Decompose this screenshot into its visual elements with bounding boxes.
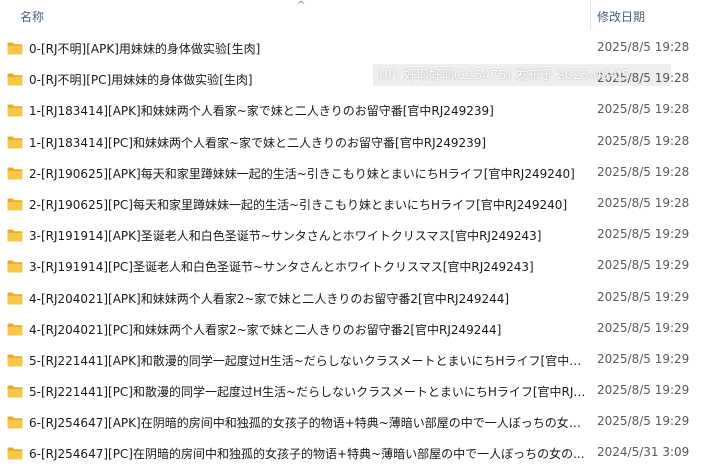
file-name: 1-[RJ183414][PC]和妹妹两个人看家~家で妹と二人きりのお留守番[官… [29, 135, 487, 150]
sort-ascending-icon: ^ [297, 0, 306, 11]
modified-date: 2025/8/5 19:29 [597, 320, 690, 335]
list-item[interactable]: 5-[RJ221441][PC]和散漫的同学一起度过H生活~だらしないクラスメー… [0, 375, 710, 406]
modified-date: 2025/8/5 19:29 [597, 227, 690, 242]
folder-icon [7, 71, 23, 86]
folder-icon [7, 227, 23, 242]
modified-date: 2024/5/31 3:09 [597, 445, 690, 460]
file-name: 5-[RJ221441][APK]和散漫的同学一起度过H生活~だらしないクラスメ… [29, 353, 586, 368]
file-name: 5-[RJ221441][PC]和散漫的同学一起度过H生活~だらしないクラスメー… [29, 385, 586, 400]
folder-icon [7, 321, 23, 336]
list-item[interactable]: 0-[RJ不明][APK]用妹妹的身体做实验[生肉] 2025/8/5 19:28 [0, 32, 710, 63]
file-name: 4-[RJ204021][APK]和妹妹两个人看家2~家で妹と二人きりのお留守番… [29, 291, 510, 306]
file-list: 0-[RJ不明][APK]用妹妹的身体做实验[生肉] 2025/8/5 19:28… [0, 32, 710, 469]
list-item[interactable]: 2-[RJ190625][PC]每天和家里蹲妹妹一起的生活~引きこもり妹とまいに… [0, 188, 710, 219]
list-item[interactable]: 3-[RJ191914][APK]圣诞老人和白色圣诞节~サンタさんとホワイトクリ… [0, 219, 710, 250]
folder-icon [7, 414, 23, 429]
list-item[interactable]: 4-[RJ204021][PC]和妹妹两个人看家2~家で妹と二人きりのお留守番2… [0, 313, 710, 344]
modified-date: 2025/8/5 19:28 [597, 40, 690, 54]
folder-icon [7, 40, 23, 55]
list-item[interactable]: 6-[RJ254647][APK]在阴暗的房间中和独孤的女孩子的物语+特典~薄暗… [0, 406, 710, 437]
modified-date: 2025/8/5 19:29 [597, 351, 690, 366]
folder-icon [7, 102, 23, 117]
modified-date: 2025/8/5 19:28 [597, 133, 690, 148]
upload-watermark: UP: 好耶好耶(115475) 发布于 2025-08-05 [373, 64, 671, 86]
modified-date: 2025/8/5 19:29 [597, 258, 690, 273]
folder-icon [7, 445, 23, 460]
modified-date: 2025/8/5 19:29 [597, 289, 690, 304]
file-name: 3-[RJ191914][APK]圣诞老人和白色圣诞节~サンタさんとホワイトクリ… [29, 229, 542, 244]
modified-date: 2025/8/5 19:28 [597, 102, 690, 117]
folder-icon [7, 134, 23, 149]
modified-date: 2025/8/5 19:28 [597, 164, 690, 179]
file-name: 3-[RJ191914][PC]圣诞老人和白色圣诞节~サンタさんとホワイトクリス… [29, 260, 534, 275]
file-name: 6-[RJ254647][PC]在阴暗的房间中和独孤的女孩子的物语+特典~薄暗い… [29, 447, 585, 462]
folder-icon [7, 290, 23, 304]
list-item[interactable]: 5-[RJ221441][APK]和散漫的同学一起度过H生活~だらしないクラスメ… [0, 344, 710, 375]
column-header-bar: 名称 ^ 修改日期 [0, 0, 710, 30]
file-name: 0-[RJ不明][APK]用妹妹的身体做实验[生肉] [29, 42, 261, 56]
file-name: 6-[RJ254647][APK]在阴暗的房间中和独孤的女孩子的物语+特典~薄暗… [29, 416, 586, 431]
list-item[interactable]: 1-[RJ183414][APK]和妹妹两个人看家~家で妹と二人きりのお留守番[… [0, 94, 710, 125]
file-name: 1-[RJ183414][APK]和妹妹两个人看家~家で妹と二人きりのお留守番[… [29, 104, 494, 119]
folder-icon [7, 196, 23, 211]
folder-icon [7, 352, 23, 367]
file-name: 2-[RJ190625][PC]每天和家里蹲妹妹一起的生活~引きこもり妹とまいに… [29, 197, 568, 212]
folder-icon [7, 383, 23, 398]
list-item[interactable]: 4-[RJ204021][APK]和妹妹两个人看家2~家で妹と二人きりのお留守番… [0, 282, 710, 313]
list-item[interactable]: 1-[RJ183414][PC]和妹妹两个人看家~家で妹と二人きりのお留守番[官… [0, 126, 710, 157]
modified-date: 2025/8/5 19:29 [597, 383, 690, 398]
folder-icon [7, 165, 23, 180]
modified-date: 2025/8/5 19:29 [597, 414, 690, 429]
folder-icon [7, 258, 23, 273]
modified-date: 2025/8/5 19:28 [597, 195, 690, 210]
file-name: 4-[RJ204021][PC]和妹妹两个人看家2~家で妹と二人きりのお留守番2… [29, 322, 502, 337]
file-name: 2-[RJ190625][APK]每天和家里蹲妹妹一起的生活~引きこもり妹とまい… [29, 166, 575, 181]
name-column-header[interactable]: 名称 [20, 8, 44, 25]
list-item[interactable]: 3-[RJ191914][PC]圣诞老人和白色圣诞节~サンタさんとホワイトクリス… [0, 250, 710, 281]
list-item[interactable]: 2-[RJ190625][APK]每天和家里蹲妹妹一起的生活~引きこもり妹とまい… [0, 157, 710, 188]
date-modified-column-header[interactable]: 修改日期 [597, 8, 645, 25]
file-name: 0-[RJ不明][PC]用妹妹的身体做实验[生肉] [29, 73, 253, 88]
list-item[interactable]: 6-[RJ254647][PC]在阴暗的房间中和独孤的女孩子的物语+特典~薄暗い… [0, 437, 710, 468]
column-divider[interactable] [590, 0, 591, 30]
